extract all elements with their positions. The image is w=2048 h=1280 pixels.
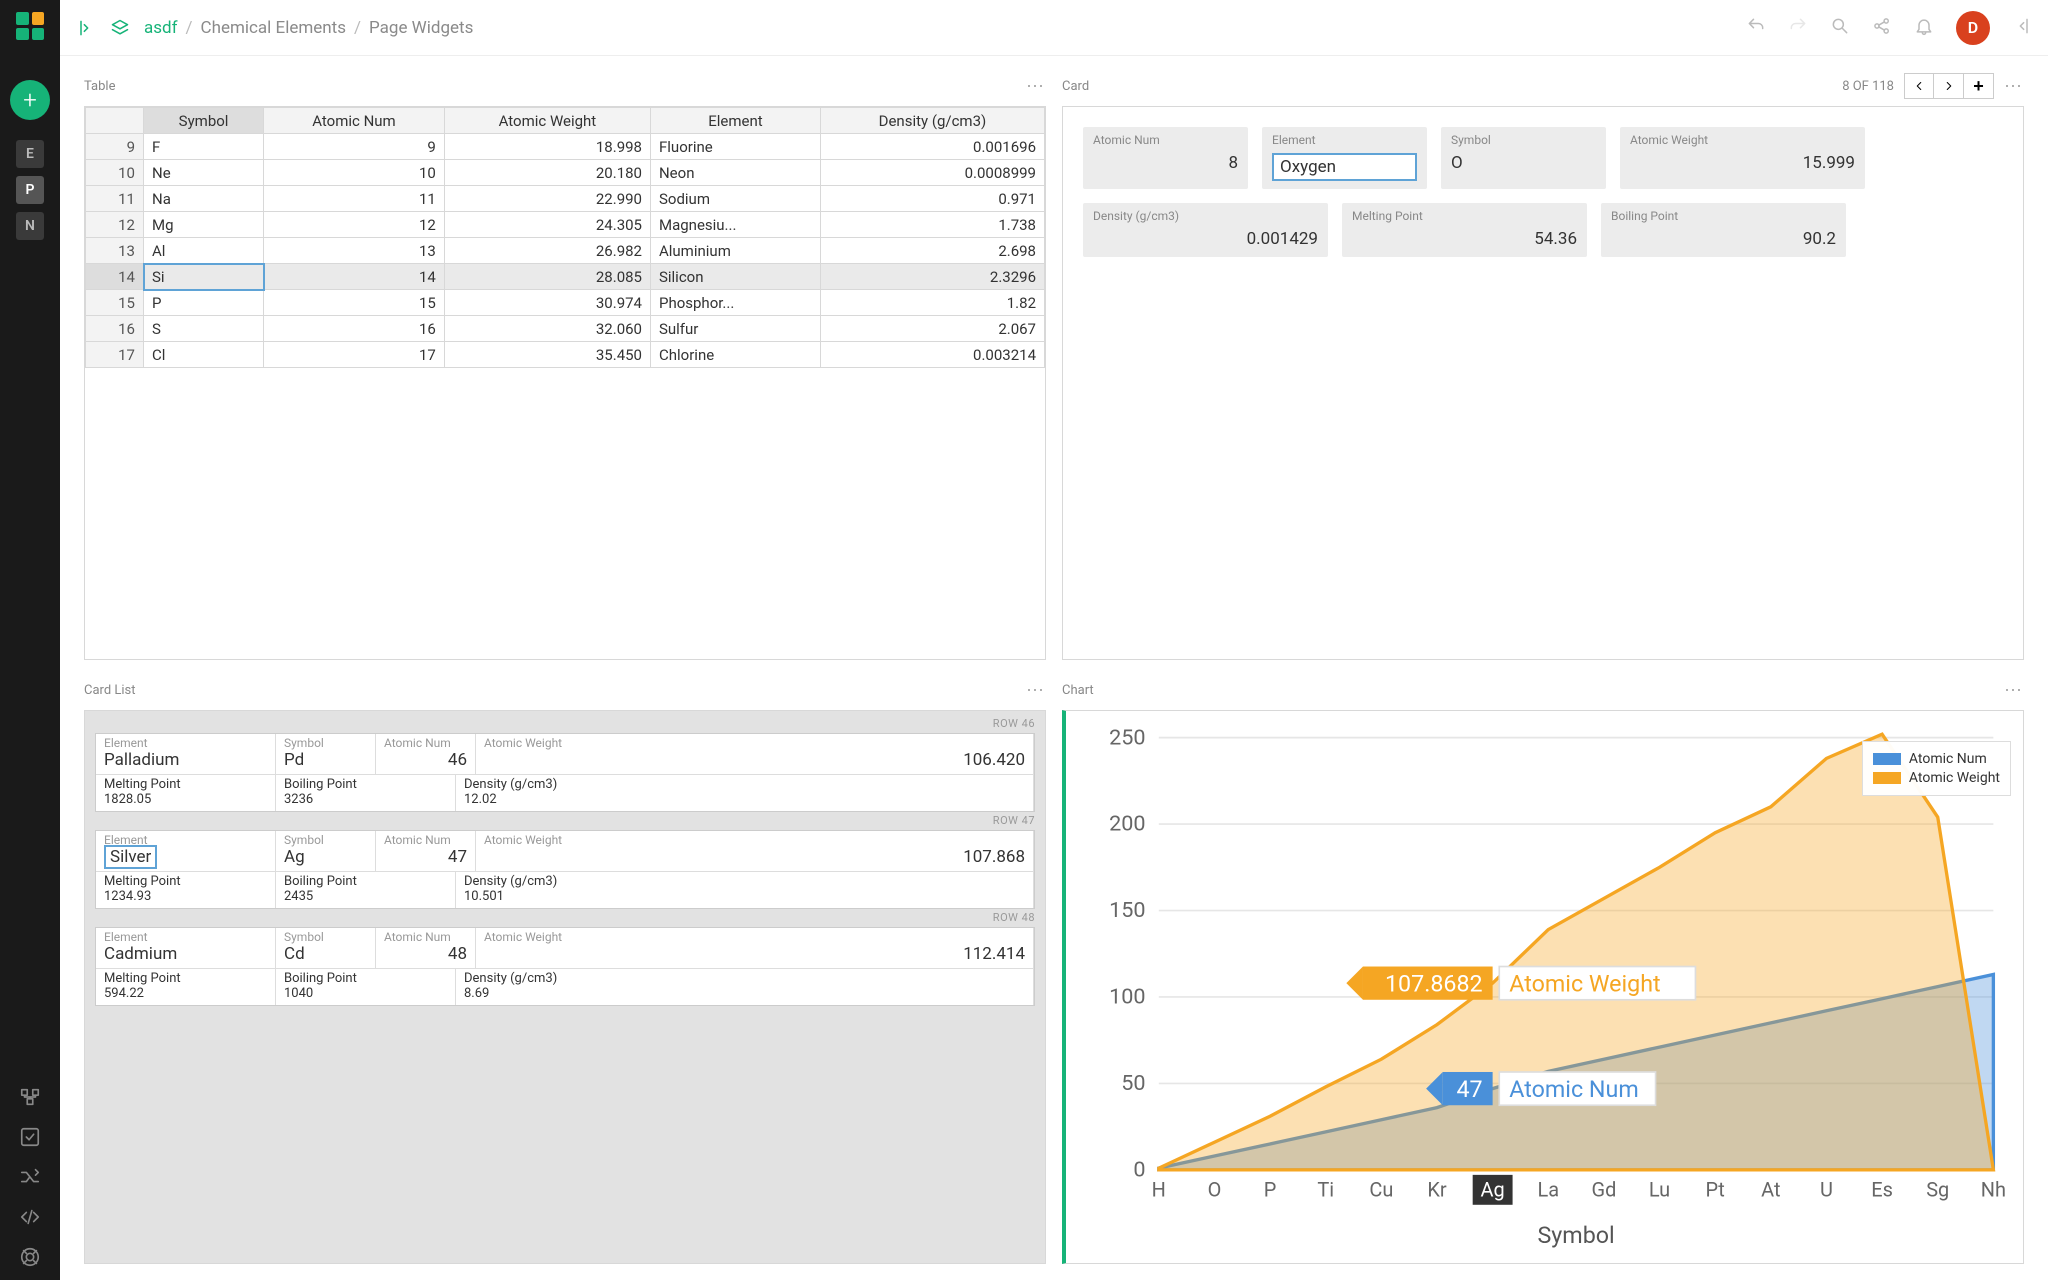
svg-text:Lu: Lu [1649,1177,1670,1201]
panel-menu-icon[interactable]: ⋯ [1026,680,1046,701]
column-header[interactable]: Density (g/cm3) [820,108,1044,134]
row-tag: ROW 48 [993,911,1035,924]
panel-title: Card [1062,79,1842,94]
svg-text:Ti: Ti [1317,1177,1334,1201]
svg-text:Sg: Sg [1926,1177,1949,1201]
chart-legend: Atomic NumAtomic Weight [1862,741,2011,796]
rail-button-p[interactable]: P [16,176,44,204]
card-field[interactable]: Atomic Weight15.999 [1620,127,1865,189]
rail-button-n[interactable]: N [16,212,44,240]
svg-text:250: 250 [1109,725,1145,750]
table-row[interactable]: 9F918.998Fluorine0.001696 [86,134,1045,160]
topbar: asdf / Chemical Elements / Page Widgets … [60,0,2048,56]
share-icon[interactable] [1872,16,1892,40]
row-tag: ROW 47 [993,814,1035,827]
validate-icon[interactable] [19,1126,41,1148]
svg-text:Ag: Ag [1481,1177,1505,1201]
svg-text:Pt: Pt [1706,1177,1725,1201]
help-icon[interactable] [19,1246,41,1268]
table-row[interactable]: 15P1530.974Phosphor...1.82 [86,290,1045,316]
chart-panel: Chart ⋯ 0 50 100 150 200 250 H O P Ti Cu Kr Ag La Gd Lu… [1062,676,2024,1264]
column-header[interactable]: Atomic Num [264,108,445,134]
column-header[interactable]: Atomic Weight [444,108,650,134]
card-field[interactable]: ElementOxygen [1262,127,1427,189]
svg-text:Cu: Cu [1369,1177,1393,1201]
svg-text:0: 0 [1133,1158,1145,1183]
elements-table[interactable]: SymbolAtomic NumAtomic WeightElementDens… [85,107,1045,368]
column-header[interactable]: Element [650,108,820,134]
breadcrumb-page[interactable]: Page Widgets [369,18,473,38]
svg-text:200: 200 [1109,812,1145,837]
svg-text:P: P [1264,1177,1277,1201]
cardlist-panel: Card List ⋯ ROW 46 ElementPalladiumSymbol… [84,676,1046,1264]
redo-icon[interactable] [1788,16,1808,40]
card-field[interactable]: Boiling Point90.2 [1601,203,1846,257]
cardlist-row[interactable]: ElementPalladiumSymbolPdAtomic Num46Atom… [95,733,1035,812]
bell-icon[interactable] [1914,16,1934,40]
svg-text:Nh: Nh [1981,1177,2006,1201]
svg-text:150: 150 [1109,898,1145,923]
table-row[interactable]: 14Si1428.085Silicon2.3296 [86,264,1045,290]
svg-text:Symbol: Symbol [1537,1221,1614,1249]
cardlist-row[interactable]: ElementCadmiumSymbolCdAtomic Num48Atomic… [95,927,1035,1006]
svg-text:La: La [1537,1177,1559,1201]
code-icon[interactable] [19,1206,41,1228]
table-row[interactable]: 11Na1122.990Sodium0.971 [86,186,1045,212]
table-panel: Table ⋯ SymbolAtomic NumAtomic WeightEle… [84,72,1046,660]
svg-text:107.8682: 107.8682 [1385,969,1483,997]
svg-text:Atomic Weight: Atomic Weight [1509,969,1660,997]
add-button[interactable]: + [10,80,50,120]
panel-title: Chart [1062,683,2004,698]
prev-record-button[interactable] [1904,73,1934,99]
card-field[interactable]: Melting Point54.36 [1342,203,1587,257]
panel-menu-icon[interactable]: ⋯ [1026,76,1046,97]
svg-text:O: O [1208,1177,1222,1201]
breadcrumb: asdf / Chemical Elements / Page Widgets [144,18,473,38]
card-panel: Card 8 OF 118 + ⋯ Atomic Num8ElementOxyg… [1062,72,2024,660]
table-row[interactable]: 13Al1326.982Aluminium2.698 [86,238,1045,264]
panel-menu-icon[interactable]: ⋯ [2004,680,2024,701]
svg-text:Gd: Gd [1591,1177,1616,1201]
table-row[interactable]: 17Cl1735.450Chlorine0.003214 [86,342,1045,368]
cardlist-row[interactable]: ElementSilverSymbolAgAtomic Num47Atomic … [95,830,1035,909]
collapse-panel-icon[interactable] [2012,16,2032,40]
breadcrumb-doc[interactable]: asdf [144,18,178,38]
structure-icon[interactable] [19,1086,41,1108]
add-record-button[interactable]: + [1964,73,1994,99]
shuffle-icon[interactable] [19,1166,41,1188]
table-row[interactable]: 12Mg1224.305Magnesiu...1.738 [86,212,1045,238]
pages-icon[interactable] [110,18,130,38]
left-rail: + EPN [0,0,60,1280]
card-pager-count: 8 OF 118 [1842,79,1894,94]
svg-text:At: At [1761,1177,1780,1201]
svg-text:Atomic Num: Atomic Num [1509,1075,1638,1103]
row-tag: ROW 46 [993,717,1035,730]
undo-icon[interactable] [1746,16,1766,40]
card-field[interactable]: Density (g/cm3)0.001429 [1083,203,1328,257]
panel-title: Card List [84,683,1026,698]
panel-title: Table [84,79,1026,94]
svg-text:Es: Es [1871,1177,1893,1201]
table-row[interactable]: 10Ne1020.180Neon0.0008999 [86,160,1045,186]
svg-text:50: 50 [1121,1071,1145,1096]
panel-menu-icon[interactable]: ⋯ [2004,76,2024,97]
avatar[interactable]: D [1956,11,1990,45]
svg-text:U: U [1820,1177,1833,1201]
search-icon[interactable] [1830,16,1850,40]
card-field[interactable]: Atomic Num8 [1083,127,1248,189]
rail-button-e[interactable]: E [16,140,44,168]
chart-svg[interactable]: 0 50 100 150 200 250 H O P Ti Cu Kr Ag La Gd Lu Pt At U Es S… [1074,721,2015,1253]
breadcrumb-table[interactable]: Chemical Elements [201,18,346,38]
svg-text:47: 47 [1456,1075,1482,1103]
table-row[interactable]: 16S1632.060Sulfur2.067 [86,316,1045,342]
logo-icon [16,12,44,40]
svg-text:H: H [1152,1177,1166,1201]
svg-text:Kr: Kr [1427,1177,1447,1201]
expand-panel-icon[interactable] [76,18,96,38]
svg-text:100: 100 [1109,985,1145,1010]
column-header[interactable]: Symbol [144,108,264,134]
next-record-button[interactable] [1934,73,1964,99]
card-field[interactable]: SymbolO [1441,127,1606,189]
